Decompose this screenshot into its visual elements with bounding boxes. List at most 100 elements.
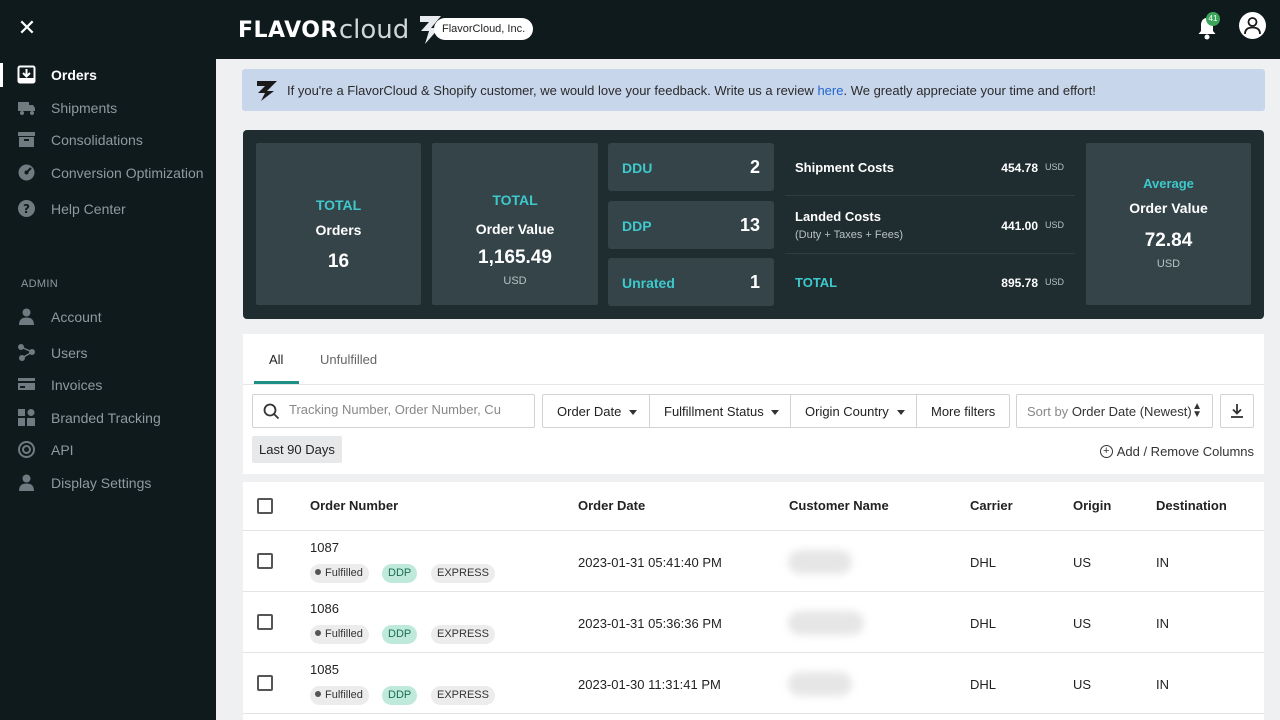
sidebar-item-branded-tracking[interactable]: Branded Tracking bbox=[0, 404, 216, 432]
status-text: Fulfilled bbox=[325, 628, 363, 640]
sidebar-item-conversion-optimization[interactable]: Conversion Optimization bbox=[0, 159, 216, 187]
total-orders-value: 16 bbox=[327, 251, 350, 272]
sidebar-item-users[interactable]: Users bbox=[0, 339, 216, 367]
date-range-chip[interactable]: Last 90 Days bbox=[252, 436, 342, 463]
banner-text-start: If you're a FlavorCloud & Shopify custom… bbox=[287, 83, 818, 98]
table-row[interactable]: 1085 Fulfilled DDP EXPRESS 2023-01-30 11… bbox=[243, 653, 1264, 714]
orders-panel: All Unfulfilled Order Date Fulfillment S… bbox=[243, 334, 1264, 720]
profile-avatar[interactable] bbox=[1239, 12, 1266, 39]
origin-country-filter[interactable]: Origin Country bbox=[790, 394, 917, 428]
total-costs-row: TOTAL 895.78 USD bbox=[785, 254, 1075, 312]
header-order-number[interactable]: Order Number bbox=[310, 498, 398, 513]
status-badge: Fulfilled bbox=[310, 564, 369, 583]
table-row[interactable]: 1087 Fulfilled DDP EXPRESS 2023-01-31 05… bbox=[243, 531, 1264, 592]
row-checkbox[interactable] bbox=[257, 614, 273, 630]
duty-badge: DDP bbox=[382, 686, 418, 705]
header-order-date[interactable]: Order Date bbox=[578, 498, 645, 513]
service-badge: EXPRESS bbox=[431, 625, 495, 644]
status-badge: Fulfilled bbox=[310, 686, 369, 705]
ddu-card[interactable]: DDU 2 bbox=[608, 143, 774, 191]
order-date-filter-label: Order Date bbox=[557, 404, 622, 419]
tab-unfulfilled[interactable]: Unfulfilled bbox=[320, 352, 377, 367]
add-circle-icon: + bbox=[1099, 445, 1113, 458]
row-checkbox[interactable] bbox=[257, 675, 273, 691]
unrated-label: Unrated bbox=[622, 275, 675, 291]
sidebar-item-shipments[interactable]: Shipments bbox=[0, 94, 216, 122]
cost-sub-label: (Duty + Taxes + Fees) bbox=[795, 229, 904, 241]
customer-name-redacted bbox=[788, 550, 852, 574]
select-all-checkbox[interactable] bbox=[257, 498, 273, 514]
ddp-label: DDP bbox=[622, 218, 652, 234]
sidebar-item-account[interactable]: Account bbox=[0, 303, 216, 331]
flavorcloud-mark-icon bbox=[257, 81, 277, 101]
order-date-filter[interactable]: Order Date bbox=[542, 394, 650, 428]
row-checkbox[interactable] bbox=[257, 553, 273, 569]
order-number[interactable]: 1086 bbox=[310, 601, 339, 616]
origin: US bbox=[1073, 677, 1092, 692]
sidebar-item-api[interactable]: API bbox=[0, 436, 216, 464]
cost-value: 441.00 bbox=[1001, 219, 1038, 233]
invoices-icon bbox=[18, 378, 35, 390]
order-number[interactable]: 1087 bbox=[310, 540, 339, 555]
orders-icon bbox=[17, 65, 36, 84]
header-destination[interactable]: Destination bbox=[1156, 498, 1227, 513]
caret-down-icon bbox=[629, 410, 637, 415]
download-icon bbox=[1231, 404, 1243, 418]
sort-arrows-icon: ▲ ▼ bbox=[1192, 401, 1202, 420]
average-order-value-card: Average Order Value 72.84 USD bbox=[1086, 143, 1251, 305]
order-number[interactable]: 1085 bbox=[310, 662, 339, 677]
logo-text-light: cloud bbox=[338, 15, 410, 45]
sidebar-item-orders[interactable]: Orders bbox=[0, 61, 216, 89]
tab-all[interactable]: All bbox=[269, 352, 283, 367]
destination: IN bbox=[1156, 616, 1169, 631]
origin: US bbox=[1073, 555, 1092, 570]
fulfillment-status-filter[interactable]: Fulfillment Status bbox=[649, 394, 791, 428]
more-filters-button[interactable]: More filters bbox=[916, 394, 1010, 428]
download-button[interactable] bbox=[1220, 394, 1254, 428]
ddu-label: DDU bbox=[622, 160, 653, 176]
add-remove-columns-button[interactable]: + Add / Remove Columns bbox=[1099, 444, 1254, 459]
carrier: DHL bbox=[970, 555, 997, 570]
sidebar-item-label: Help Center bbox=[51, 201, 126, 217]
table-row[interactable]: 1086 Fulfilled DDP EXPRESS 2023-01-31 05… bbox=[243, 592, 1264, 653]
search-input[interactable] bbox=[289, 402, 529, 417]
display-settings-icon bbox=[19, 474, 34, 491]
review-link[interactable]: here bbox=[817, 83, 843, 98]
unrated-card[interactable]: Unrated 1 bbox=[608, 258, 774, 306]
order-date: 2023-01-31 05:41:40 PM bbox=[578, 555, 722, 570]
total-value-label: Order Value bbox=[475, 221, 555, 237]
sort-select[interactable]: Sort by Order Date (Newest) ▲ ▼ bbox=[1016, 394, 1213, 428]
flavorcloud-logo[interactable]: FLAVOR cloud bbox=[238, 14, 443, 46]
total-orders-card: TOTAL Orders 16 bbox=[256, 143, 421, 305]
gauge-icon bbox=[18, 164, 35, 181]
customer-name-redacted bbox=[788, 611, 864, 635]
sort-value: Order Date (Newest) bbox=[1071, 404, 1192, 419]
caret-down-icon bbox=[897, 410, 905, 415]
user-avatar-icon bbox=[1244, 17, 1261, 35]
sidebar-item-help-center[interactable]: ? Help Center bbox=[0, 195, 216, 223]
total-value-currency: USD bbox=[503, 275, 527, 287]
status-dot-icon bbox=[315, 569, 321, 575]
banner-text-end: . We greatly appreciate your time and ef… bbox=[843, 83, 1096, 98]
search-icon bbox=[263, 403, 280, 420]
sidebar-item-display-settings[interactable]: Display Settings bbox=[0, 469, 216, 497]
status-badge: Fulfilled bbox=[310, 625, 369, 644]
close-icon[interactable]: ✕ bbox=[16, 18, 38, 40]
status-dot-icon bbox=[315, 691, 321, 697]
status-dot-icon bbox=[315, 630, 321, 636]
sidebar-item-consolidations[interactable]: Consolidations bbox=[0, 126, 216, 154]
svg-text:?: ? bbox=[23, 202, 30, 216]
sidebar-item-invoices[interactable]: Invoices bbox=[0, 371, 216, 399]
sidebar-item-label: Account bbox=[51, 309, 102, 325]
header-customer-name[interactable]: Customer Name bbox=[789, 498, 889, 513]
header-origin[interactable]: Origin bbox=[1073, 498, 1111, 513]
service-badge: EXPRESS bbox=[431, 686, 495, 705]
header-carrier[interactable]: Carrier bbox=[970, 498, 1013, 513]
ddp-card[interactable]: DDP 13 bbox=[608, 201, 774, 249]
truck-icon bbox=[18, 102, 35, 115]
total-value-amount: 1,165.49 bbox=[478, 247, 552, 268]
company-badge[interactable]: FlavorCloud, Inc. bbox=[434, 18, 534, 40]
table-header: Order Number Order Date Customer Name Ca… bbox=[243, 482, 1264, 531]
status-text: Fulfilled bbox=[325, 567, 363, 579]
sidebar-item-label: Display Settings bbox=[51, 475, 152, 491]
